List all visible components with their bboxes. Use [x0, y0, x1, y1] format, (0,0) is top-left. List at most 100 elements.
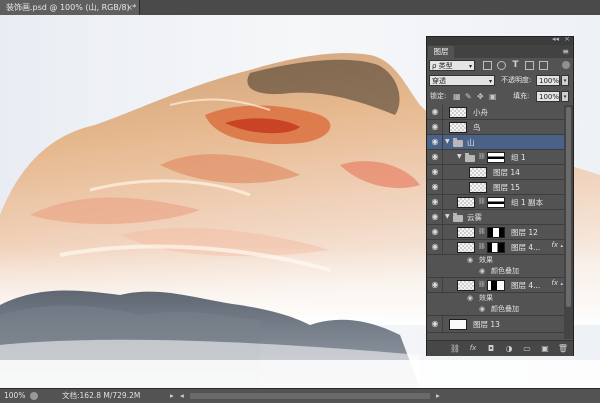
layer-mask-thumbnail[interactable] [487, 152, 505, 163]
panel-menu-icon[interactable]: ≡ [562, 45, 569, 58]
layer-row-group-1-copy[interactable]: ◉ ⛓ 组 1 副本 [427, 195, 564, 210]
layer-name[interactable]: 云雾 [467, 211, 482, 224]
fill-input[interactable]: 100% [536, 91, 560, 102]
effect-eye-icon[interactable]: ◉ [479, 266, 485, 277]
layer-row-layer-4-b[interactable]: ◉ ⛓ 图层 4... fx ▴ [427, 278, 564, 293]
color-overlay-label: 颜色叠加 [491, 267, 519, 275]
document-info: 文档:162.8 M/729.2M [62, 391, 141, 400]
layer-name[interactable]: 图层 13 [473, 318, 500, 331]
visibility-eye-icon[interactable]: ◉ [429, 121, 441, 133]
blend-mode-select[interactable]: 穿透 ▾ [429, 75, 495, 86]
expand-arrow-icon[interactable]: ▼ [445, 138, 450, 145]
layer-mask-thumbnail[interactable] [487, 280, 505, 291]
filter-type-select[interactable]: ρ 类型 ▾ [429, 60, 475, 71]
scroll-left-icon[interactable]: ◂ [180, 389, 184, 403]
layer-row-cloud-group[interactable]: ◉ ▼ 云雾 [427, 210, 564, 225]
adjustment-filter-icon[interactable] [497, 61, 506, 70]
layers-vertical-scrollbar[interactable] [564, 105, 573, 339]
fx-icon[interactable]: fx [467, 343, 479, 354]
collapse-panel-icon[interactable]: ◂◂ [552, 35, 559, 43]
expand-arrow-icon[interactable]: ▼ [457, 153, 462, 160]
visibility-eye-icon[interactable]: ◉ [429, 279, 441, 291]
layer-name[interactable]: 图层 15 [493, 181, 520, 194]
type-filter-icon[interactable]: T [511, 61, 520, 70]
new-layer-icon[interactable]: ▣ [539, 343, 551, 354]
layer-name[interactable]: 图层 12 [511, 226, 538, 239]
folder-icon [465, 153, 475, 162]
visibility-eye-icon[interactable]: ◉ [429, 241, 441, 253]
lock-transparent-icon[interactable]: ▦ [453, 92, 461, 101]
tab-layers[interactable]: 图层 [428, 46, 454, 58]
layer-name[interactable]: 组 1 [511, 151, 526, 164]
panel-title-strip[interactable]: ◂◂ × [427, 35, 573, 45]
navigator-icon[interactable] [30, 392, 38, 400]
visibility-eye-icon[interactable]: ◉ [429, 196, 441, 208]
color-overlay-row[interactable]: ◉ 颜色叠加 [427, 266, 564, 278]
layer-row-boat[interactable]: ◉ 小舟 [427, 105, 564, 120]
visibility-eye-icon[interactable]: ◉ [429, 226, 441, 238]
opacity-dropdown-button[interactable]: ▾ [561, 75, 569, 86]
layer-name[interactable]: 鸟 [473, 121, 481, 134]
layer-name[interactable]: 图层 4... [511, 279, 540, 292]
layer-row-layer-4-a[interactable]: ◉ ⛓ 图层 4... fx ▴ [427, 240, 564, 255]
lock-position-icon[interactable]: ✥ [477, 92, 484, 101]
scroll-right-icon[interactable]: ▸ [436, 389, 440, 403]
close-tab-icon[interactable]: × [126, 0, 133, 15]
layer-row-layer-12[interactable]: ◉ ⛓ 图层 12 [427, 225, 564, 240]
new-group-icon[interactable]: ▭ [521, 343, 533, 354]
shape-filter-icon[interactable] [525, 61, 534, 70]
pixel-filter-icon[interactable] [483, 61, 492, 70]
layer-row-group-1[interactable]: ◉ ▼ ⛓ 组 1 [427, 150, 564, 165]
fill-dropdown-button[interactable]: ▾ [561, 91, 569, 102]
horizontal-scrollbar[interactable] [190, 393, 430, 399]
color-overlay-row[interactable]: ◉ 颜色叠加 [427, 304, 564, 316]
status-menu-arrow-icon[interactable]: ▸ [170, 389, 174, 403]
layer-name[interactable]: 组 1 副本 [511, 196, 543, 209]
effect-eye-icon[interactable]: ◉ [467, 255, 473, 266]
fx-icon[interactable]: fx [551, 279, 558, 287]
fx-icon[interactable]: fx [551, 241, 558, 249]
link-chain-icon: ⛓ [478, 153, 486, 160]
add-mask-icon[interactable]: ◘ [485, 343, 497, 354]
effects-row[interactable]: ◉ 效果 [427, 293, 564, 304]
layer-row-mountain-group[interactable]: ◉ ▼ 山 [427, 135, 564, 150]
layer-row-layer-15[interactable]: ◉ 图层 15 [427, 180, 564, 195]
layer-mask-thumbnail[interactable] [487, 242, 505, 253]
collapse-effects-icon[interactable]: ▴ [560, 243, 563, 249]
lock-image-icon[interactable]: ✎ [465, 92, 472, 101]
layer-mask-thumbnail[interactable] [487, 227, 505, 238]
effect-eye-icon[interactable]: ◉ [479, 304, 485, 315]
visibility-eye-icon[interactable]: ◉ [429, 166, 441, 178]
layer-row-layer-14[interactable]: ◉ 图层 14 [427, 165, 564, 180]
smart-object-filter-icon[interactable] [539, 61, 548, 70]
lock-label: 锁定: [430, 92, 447, 100]
layer-name[interactable]: 山 [467, 136, 475, 149]
layer-row-bird[interactable]: ◉ 鸟 [427, 120, 564, 135]
lock-all-icon[interactable]: ▣ [489, 92, 497, 101]
layer-name[interactable]: 小舟 [473, 106, 488, 119]
layer-mask-thumbnail[interactable] [487, 197, 505, 208]
visibility-eye-icon[interactable]: ◉ [429, 211, 441, 223]
layer-row-layer-13[interactable]: ◉ 图层 13 [427, 316, 564, 333]
close-panel-icon[interactable]: × [564, 35, 570, 43]
visibility-eye-icon[interactable]: ◉ [429, 136, 441, 148]
collapse-effects-icon[interactable]: ▴ [560, 281, 563, 287]
adjustment-layer-icon[interactable]: ◑ [503, 343, 515, 354]
layer-name[interactable]: 图层 14 [493, 166, 520, 179]
scrollbar-thumb[interactable] [566, 107, 571, 307]
document-tab[interactable]: 装饰画.psd @ 100% (山, RGB/8) * × [0, 0, 140, 15]
visibility-eye-icon[interactable]: ◉ [429, 318, 441, 330]
zoom-level[interactable]: 100% [4, 389, 25, 403]
layer-name[interactable]: 图层 4... [511, 241, 540, 254]
effect-eye-icon[interactable]: ◉ [467, 293, 473, 304]
visibility-eye-icon[interactable]: ◉ [429, 151, 441, 163]
expand-arrow-icon[interactable]: ▼ [445, 213, 450, 220]
visibility-eye-icon[interactable]: ◉ [429, 181, 441, 193]
document-tab-title: 装饰画.psd @ 100% (山, RGB/8) * [6, 3, 137, 12]
filter-toggle[interactable] [562, 61, 570, 69]
visibility-eye-icon[interactable]: ◉ [429, 106, 441, 118]
opacity-input[interactable]: 100% [536, 75, 560, 86]
effects-row[interactable]: ◉ 效果 [427, 255, 564, 266]
link-layers-icon[interactable]: ⛓ [449, 343, 461, 354]
delete-layer-icon[interactable]: 🗑 [557, 343, 569, 354]
